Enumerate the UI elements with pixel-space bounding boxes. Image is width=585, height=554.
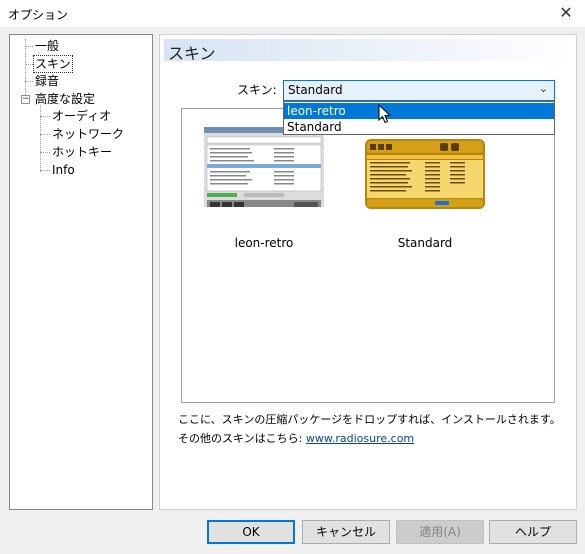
skin-name-leon-retro: leon-retro [234, 236, 294, 250]
skin-select-value: Standard [288, 83, 343, 97]
tree-item-audio[interactable]: オーディオ [51, 108, 112, 124]
window-title: オプション [8, 8, 69, 22]
tree-connector [40, 152, 50, 153]
tree-item-advanced[interactable]: 高度な設定 [34, 91, 96, 107]
more-skins-text: その他のスキンはこちら: www.radiosure.com [178, 430, 414, 446]
page-title: スキン [168, 44, 216, 63]
cancel-button[interactable]: キャンセル [302, 520, 390, 544]
close-icon[interactable]: ✕ [555, 2, 577, 24]
skin-select[interactable]: Standard ⌄ [283, 80, 555, 101]
skin-field-label: スキン: [237, 83, 277, 97]
skin-name-standard: Standard [397, 236, 453, 250]
help-button[interactable]: ヘルプ [489, 520, 577, 544]
leon-retro-preview-image [204, 127, 324, 207]
tree-item-general[interactable]: 一般 [34, 38, 60, 54]
title-bar: オプション ✕ [0, 0, 585, 27]
standard-thumbnail[interactable] [365, 139, 485, 219]
tree-connector [40, 170, 50, 171]
radiosure-link[interactable]: www.radiosure.com [306, 432, 414, 445]
tree-item-skin[interactable]: スキン [33, 55, 73, 73]
apply-button[interactable]: 適用(A) [396, 520, 484, 544]
tree-item-hotkeys[interactable]: ホットキー [51, 144, 113, 160]
more-skins-prefix: その他のスキンはこちら: [178, 432, 303, 445]
tree-item-recording[interactable]: 録音 [34, 73, 60, 89]
leon-retro-thumbnail[interactable] [204, 127, 324, 207]
tree-connector [25, 46, 33, 47]
standard-preview-image [365, 139, 485, 209]
chevron-down-icon[interactable]: ⌄ [539, 82, 548, 95]
dropdown-option-standard[interactable]: Standard [284, 119, 554, 135]
tree-connector [40, 116, 50, 117]
tree-connector [25, 39, 26, 99]
mouse-cursor-icon [378, 104, 392, 124]
collapse-icon[interactable]: − [21, 95, 30, 104]
dropdown-option-leon-retro[interactable]: leon-retro [284, 103, 554, 119]
tree-item-info[interactable]: Info [51, 162, 76, 178]
ok-button[interactable]: OK [207, 520, 295, 544]
tree-connector [25, 64, 33, 65]
tree-item-network[interactable]: ネットワーク [51, 126, 125, 142]
skin-dropdown-list[interactable]: leon-retro Standard [283, 101, 555, 135]
drop-hint-text: ここに、スキンの圧縮パッケージをドロップすれば、インストールされます。 [178, 413, 561, 426]
skin-preview-area[interactable]: leon-retro Standard [181, 108, 555, 403]
tree-connector [40, 134, 50, 135]
panel-header: スキン [164, 39, 572, 63]
options-tree[interactable]: 一般 スキン 録音 − 高度な設定 オーディオ ネットワーク ホットキー Inf… [9, 34, 153, 510]
tree-connector [25, 81, 33, 82]
